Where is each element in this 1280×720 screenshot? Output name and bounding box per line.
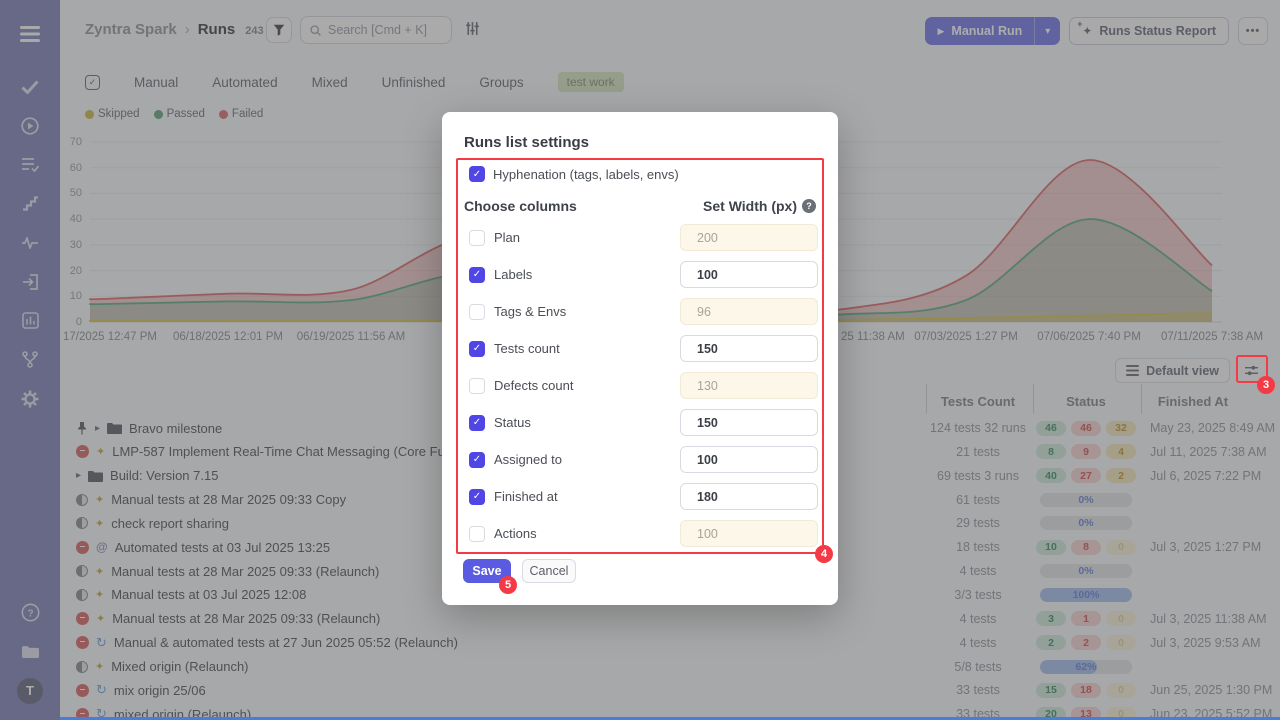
- column-width-input[interactable]: [680, 335, 818, 362]
- column-label: Tests count: [494, 341, 560, 356]
- column-width-input[interactable]: [680, 483, 818, 510]
- runs-list-settings-modal: Runs list settings ✓ Hyphenation (tags, …: [442, 112, 838, 605]
- column-width-input[interactable]: [680, 446, 818, 473]
- column-setting-row-plan: ✓ Plan: [469, 224, 819, 251]
- column-setting-row-status: ✓ Status: [469, 409, 819, 436]
- column-width-input[interactable]: [680, 261, 818, 288]
- column-checkbox[interactable]: ✓: [469, 341, 485, 357]
- hyphenation-row: ✓ Hyphenation (tags, labels, envs): [469, 166, 679, 182]
- column-width-input: [680, 372, 818, 399]
- column-checkbox[interactable]: ✓: [469, 230, 485, 246]
- column-label: Actions: [494, 526, 537, 541]
- column-setting-row-defects-count: ✓ Defects count: [469, 372, 819, 399]
- column-label: Finished at: [494, 489, 558, 504]
- column-setting-row-tags-envs: ✓ Tags & Envs: [469, 298, 819, 325]
- column-label: Defects count: [494, 378, 574, 393]
- column-checkbox[interactable]: ✓: [469, 304, 485, 320]
- column-width-input: [680, 298, 818, 325]
- column-width-input[interactable]: [680, 409, 818, 436]
- choose-columns-heading: Choose columns: [464, 198, 577, 214]
- column-checkbox[interactable]: ✓: [469, 526, 485, 542]
- annotation-badge-3: 3: [1257, 376, 1275, 394]
- column-label: Tags & Envs: [494, 304, 566, 319]
- column-checkbox[interactable]: ✓: [469, 267, 485, 283]
- column-label: Plan: [494, 230, 520, 245]
- column-label: Assigned to: [494, 452, 562, 467]
- column-checkbox[interactable]: ✓: [469, 378, 485, 394]
- column-checkbox[interactable]: ✓: [469, 415, 485, 431]
- column-width-input: [680, 520, 818, 547]
- set-width-heading: Set Width (px) ?: [703, 198, 816, 214]
- column-label: Labels: [494, 267, 532, 282]
- modal-title: Runs list settings: [464, 134, 589, 151]
- cancel-button[interactable]: Cancel: [522, 559, 576, 583]
- column-setting-row-actions: ✓ Actions: [469, 520, 819, 547]
- column-setting-row-tests-count: ✓ Tests count: [469, 335, 819, 362]
- annotation-badge-4: 4: [815, 545, 833, 563]
- help-icon[interactable]: ?: [802, 199, 816, 213]
- column-setting-row-assigned-to: ✓ Assigned to: [469, 446, 819, 473]
- column-setting-row-finished-at: ✓ Finished at: [469, 483, 819, 510]
- column-label: Status: [494, 415, 531, 430]
- column-checkbox[interactable]: ✓: [469, 489, 485, 505]
- annotation-badge-5: 5: [499, 576, 517, 594]
- runs-page: ?T Zyntra Spark › Runs 243 ▶Manual Run ▾…: [0, 0, 1280, 720]
- column-checkbox[interactable]: ✓: [469, 452, 485, 468]
- hyphenation-label: Hyphenation (tags, labels, envs): [493, 167, 679, 182]
- column-width-input: [680, 224, 818, 251]
- hyphenation-checkbox[interactable]: ✓: [469, 166, 485, 182]
- column-setting-row-labels: ✓ Labels: [469, 261, 819, 288]
